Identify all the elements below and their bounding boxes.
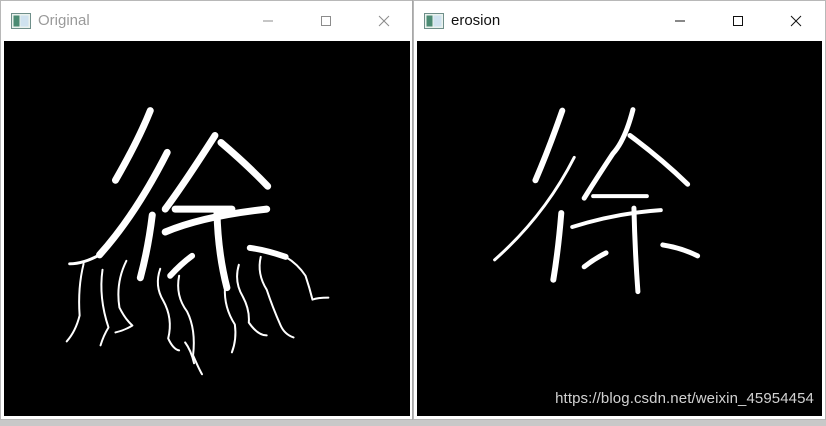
maximize-icon [321, 15, 331, 26]
minimize-button[interactable] [651, 1, 709, 40]
close-icon [378, 15, 390, 26]
opencv-window-icon [11, 12, 31, 29]
close-icon [790, 15, 802, 26]
original-window[interactable]: Original [0, 0, 414, 420]
maximize-button[interactable] [709, 1, 767, 40]
minimize-icon [263, 20, 273, 21]
watermark-text: https://blog.csdn.net/weixin_45954454 [555, 390, 814, 407]
window-controls [651, 1, 825, 40]
window-title: erosion [451, 12, 501, 29]
original-titlebar[interactable]: Original [1, 1, 413, 40]
erosion-window[interactable]: erosion https://blog.csdn.net/weixin_459… [413, 0, 826, 420]
desktop: Original erosion https://blog.csdn.net/w… [0, 0, 826, 426]
minimize-button[interactable] [239, 1, 297, 40]
original-image [4, 41, 410, 416]
maximize-button[interactable] [297, 1, 355, 40]
close-button[interactable] [355, 1, 413, 40]
opencv-window-icon [424, 12, 444, 29]
erosion-image: https://blog.csdn.net/weixin_45954454 [417, 41, 822, 416]
original-character-strokes [65, 107, 330, 376]
erosion-titlebar[interactable]: erosion [414, 1, 825, 40]
maximize-icon [733, 15, 743, 26]
window-title: Original [38, 12, 90, 29]
eroded-character-strokes [493, 107, 701, 295]
close-button[interactable] [767, 1, 825, 40]
window-controls [239, 1, 413, 40]
minimize-icon [675, 20, 685, 21]
